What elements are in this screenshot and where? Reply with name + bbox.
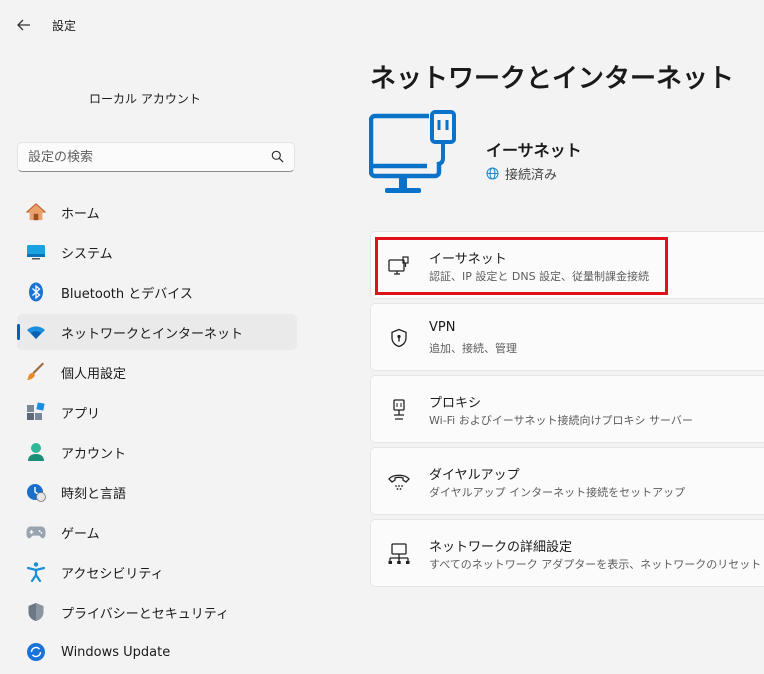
ethernet-icon [387, 254, 411, 278]
card-subtitle: 認証、IP 設定と DNS 設定、従量制課金接続 [429, 270, 650, 283]
home-icon [26, 202, 46, 222]
bluetooth-icon [26, 282, 46, 302]
active-indicator [17, 324, 20, 340]
ethernet-hero-icon [368, 110, 467, 210]
search-box[interactable] [17, 142, 295, 172]
back-arrow-icon [17, 19, 30, 31]
search-input[interactable] [28, 148, 258, 166]
sidebar-item-apps[interactable]: アプリ [17, 394, 297, 430]
shield-icon [26, 602, 46, 622]
sidebar-item-gaming[interactable]: ゲーム [17, 514, 297, 550]
card-subtitle: Wi-Fi およびイーサネット接続向けプロキシ サーバー [429, 414, 693, 427]
card-title: VPN [429, 320, 456, 335]
wifi-icon [26, 322, 46, 342]
sidebar-item-label: アカウント [61, 446, 127, 462]
account-name: ローカル アカウント [89, 92, 201, 106]
sidebar-item-label: システム [61, 246, 113, 262]
account-icon [26, 442, 46, 462]
sidebar-item-accounts[interactable]: アカウント [17, 434, 297, 470]
card-ethernet[interactable]: イーサネット 認証、IP 設定と DNS 設定、従量制課金接続 [370, 231, 764, 299]
card-title: イーサネット [429, 252, 507, 267]
back-button[interactable] [10, 12, 38, 38]
connection-status-text: 接続済み [505, 168, 558, 183]
vpn-shield-icon [387, 326, 411, 350]
accessibility-icon [26, 562, 46, 582]
sidebar-item-home[interactable]: ホーム [17, 194, 297, 230]
search-icon[interactable] [271, 150, 284, 163]
brush-icon [26, 362, 46, 382]
card-title: ダイヤルアップ [429, 468, 520, 483]
sidebar-item-label: ゲーム [61, 526, 100, 542]
sidebar-item-label: Windows Update [61, 644, 171, 660]
card-proxy[interactable]: プロキシ Wi-Fi およびイーサネット接続向けプロキシ サーバー [370, 375, 764, 443]
update-icon [26, 642, 46, 662]
network-advanced-icon [387, 542, 411, 566]
sidebar-item-time-language[interactable]: 時刻と言語 [17, 474, 297, 510]
sidebar-item-label: ホーム [61, 206, 100, 222]
system-icon [26, 242, 46, 262]
sidebar-item-windows-update[interactable]: Windows Update [17, 634, 297, 670]
card-subtitle: すべてのネットワーク アダプターを表示、ネットワークのリセット [429, 558, 762, 571]
page-title: ネットワークとインターネット [370, 64, 735, 94]
sidebar-item-label: プライバシーとセキュリティ [61, 606, 229, 622]
card-subtitle: ダイヤルアップ インターネット接続をセットアップ [429, 486, 686, 499]
card-title: ネットワークの詳細設定 [429, 540, 573, 555]
proxy-icon [387, 398, 411, 422]
sidebar-item-label: アプリ [61, 406, 101, 422]
card-title: プロキシ [429, 396, 482, 411]
sidebar-item-label: 個人用設定 [61, 366, 127, 382]
gamepad-icon [26, 522, 46, 542]
card-subtitle: 追加、接続、管理 [429, 342, 517, 355]
title-bar: 設定 [0, 0, 764, 48]
sidebar-item-accessibility[interactable]: アクセシビリティ [17, 554, 297, 590]
sidebar-item-privacy[interactable]: プライバシーとセキュリティ [17, 594, 297, 630]
sidebar-item-bluetooth[interactable]: Bluetooth とデバイス [17, 274, 297, 310]
sidebar-item-label: 時刻と言語 [61, 486, 127, 502]
card-vpn[interactable]: VPN 追加、接続、管理 [370, 303, 764, 371]
sidebar-item-label: ネットワークとインターネット [61, 326, 244, 342]
sidebar-item-network[interactable]: ネットワークとインターネット [17, 314, 297, 350]
connection-name: イーサネット [486, 141, 582, 160]
time-language-icon [26, 482, 46, 502]
sidebar-item-system[interactable]: システム [17, 234, 297, 270]
sidebar-item-label: Bluetooth とデバイス [61, 286, 193, 302]
globe-icon [486, 167, 499, 180]
apps-icon [26, 402, 46, 422]
connection-status: 接続済み [486, 164, 557, 183]
app-title: 設定 [52, 19, 77, 33]
card-dialup[interactable]: ダイヤルアップ ダイヤルアップ インターネット接続をセットアップ [370, 447, 764, 515]
dialup-icon [387, 470, 411, 494]
sidebar-item-personalization[interactable]: 個人用設定 [17, 354, 297, 390]
card-advanced-network[interactable]: ネットワークの詳細設定 すべてのネットワーク アダプターを表示、ネットワークのリ… [370, 519, 764, 587]
sidebar-nav: ホーム システム Bluetooth とデバイス ネットワークとインターネット … [17, 194, 297, 674]
sidebar-item-label: アクセシビリティ [61, 566, 164, 582]
